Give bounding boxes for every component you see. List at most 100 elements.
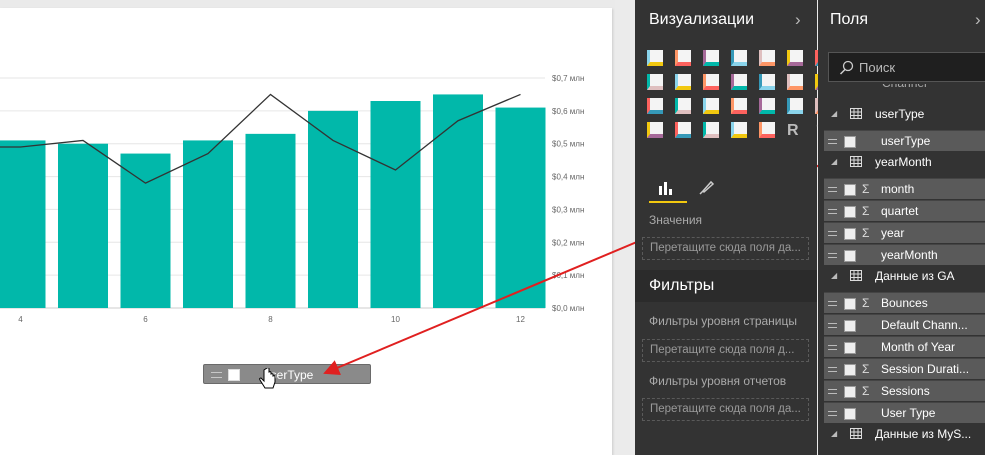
bar <box>495 107 546 308</box>
table-row[interactable]: ◢ userType <box>818 104 985 128</box>
100-bar-icon[interactable] <box>759 50 775 66</box>
y-tick-label: $0,4 млн <box>552 173 584 182</box>
multirow-card-icon[interactable] <box>647 122 663 138</box>
field-row[interactable]: Default Chann... <box>824 314 985 335</box>
drag-handle-icon <box>828 389 837 394</box>
field-row[interactable]: Σmonth <box>824 178 985 199</box>
expand-triangle-icon[interactable]: ◢ <box>831 429 837 438</box>
field-checkbox[interactable] <box>844 342 856 354</box>
field-checkbox[interactable] <box>844 136 856 148</box>
field-checkbox[interactable] <box>844 228 856 240</box>
partial-field-row[interactable]: Channel <box>818 84 985 94</box>
values-dropzone[interactable]: Перетащите сюда поля да... <box>642 237 809 260</box>
search-placeholder: Поиск <box>859 60 896 75</box>
field-checkbox[interactable] <box>844 386 856 398</box>
fields-search-input[interactable]: Поиск <box>828 52 985 82</box>
field-checkbox[interactable] <box>844 298 856 310</box>
field-row[interactable]: Σ Bounces <box>824 292 985 313</box>
line-clustered-column-icon[interactable] <box>731 74 747 90</box>
field-row[interactable]: User Type <box>824 402 985 423</box>
r-visual-icon[interactable]: R <box>787 122 803 139</box>
field-row[interactable]: Σyear <box>824 222 985 243</box>
field-label: Month of Year <box>881 340 956 354</box>
ribbon-chart-icon[interactable] <box>759 74 775 90</box>
fields-tab-icon[interactable] <box>657 180 675 196</box>
field-checkbox <box>228 369 240 381</box>
drag-handle-icon <box>828 411 837 416</box>
bar <box>120 153 171 308</box>
x-tick-label: 8 <box>268 315 273 324</box>
report-filters-dropzone[interactable]: Перетащите сюда поля да... <box>642 398 809 421</box>
sum-icon: Σ <box>862 362 870 376</box>
drag-handle-icon <box>828 231 837 236</box>
y-tick-label: $0,0 млн <box>552 304 584 313</box>
field-checkbox[interactable] <box>844 320 856 332</box>
matrix-icon[interactable] <box>731 98 747 114</box>
table-row[interactable]: ◢ Данные из GA <box>818 266 985 290</box>
dragged-field-chip[interactable]: userType <box>203 364 371 384</box>
table-row[interactable]: ◢ Данные из MyS... <box>818 424 985 448</box>
table-icon[interactable] <box>703 98 719 114</box>
field-label: year <box>881 226 905 240</box>
field-row[interactable]: Month of Year <box>824 336 985 357</box>
clustered-bar-icon[interactable] <box>703 50 719 66</box>
sum-icon: Σ <box>862 296 870 310</box>
collapse-chevron-icon[interactable]: › <box>795 10 801 30</box>
fields-title: Поля <box>830 11 869 28</box>
filters-title: Фильтры <box>649 277 715 294</box>
map-icon[interactable] <box>675 98 691 114</box>
field-checkbox[interactable] <box>844 408 856 420</box>
table-label: yearMonth <box>875 155 932 169</box>
drag-handle-icon <box>828 301 837 306</box>
field-row[interactable]: userType <box>824 130 985 151</box>
kpi-icon[interactable] <box>703 122 719 138</box>
drag-handle-icon <box>828 187 837 192</box>
sum-icon: Σ <box>862 226 870 240</box>
table-icon <box>850 156 862 167</box>
drag-handle-icon <box>828 253 837 258</box>
field-checkbox[interactable] <box>844 206 856 218</box>
format-paintbrush-icon[interactable] <box>697 179 715 197</box>
x-tick-label: 10 <box>391 315 400 324</box>
field-row[interactable]: Σquartet <box>824 200 985 221</box>
stacked-area-icon[interactable] <box>675 74 691 90</box>
drag-handle-icon <box>828 323 837 328</box>
stacked-column-icon[interactable] <box>675 50 691 66</box>
expand-triangle-icon[interactable]: ◢ <box>831 157 837 166</box>
table-row[interactable]: ◢ yearMonth <box>818 152 985 176</box>
hand-cursor-icon <box>259 368 276 389</box>
slicer-icon[interactable] <box>731 122 747 138</box>
donut-icon[interactable] <box>759 122 775 138</box>
visualizations-title: Визуализации <box>649 11 755 28</box>
field-row[interactable]: yearMonth <box>824 244 985 265</box>
active-tab-indicator <box>649 201 687 203</box>
y-tick-label: $0,1 млн <box>552 271 584 280</box>
field-row[interactable]: Σ Session Durati... <box>824 358 985 379</box>
clustered-column-icon[interactable] <box>731 50 747 66</box>
visualizations-pane: Визуализации › R··· Значения Перетащите … <box>635 0 831 455</box>
page-filters-dropzone[interactable]: Перетащите сюда поля д... <box>642 339 809 362</box>
sum-icon: Σ <box>862 384 870 398</box>
field-checkbox[interactable] <box>844 364 856 376</box>
expand-triangle-icon[interactable]: ◢ <box>831 109 837 118</box>
scatter-icon[interactable] <box>787 74 803 90</box>
report-filters-label: Фильтры уровня отчетов <box>649 374 787 388</box>
stacked-bar-icon[interactable] <box>647 50 663 66</box>
card-icon[interactable] <box>675 122 691 138</box>
treemap-icon[interactable] <box>647 98 663 114</box>
100-column-icon[interactable] <box>787 50 803 66</box>
line-clustered-column-chart[interactable]: $0,0 млн $0,1 млн $0,2 млн $0,3 млн $0,4 млн… <box>0 8 615 328</box>
filled-map-icon[interactable] <box>759 98 775 114</box>
area-chart-icon[interactable] <box>647 74 663 90</box>
y-tick-label: $0,3 млн <box>552 205 584 214</box>
field-row[interactable]: Σ Sessions <box>824 380 985 401</box>
drag-handle-icon <box>828 367 837 372</box>
x-tick-label: 4 <box>18 315 23 324</box>
expand-triangle-icon[interactable]: ◢ <box>831 271 837 280</box>
field-checkbox[interactable] <box>844 250 856 262</box>
line-column-icon[interactable] <box>703 74 719 90</box>
collapse-chevron-icon[interactable]: › <box>975 10 981 30</box>
field-checkbox[interactable] <box>844 184 856 196</box>
field-label: Session Durati... <box>881 362 970 376</box>
funnel-icon[interactable] <box>787 98 803 114</box>
